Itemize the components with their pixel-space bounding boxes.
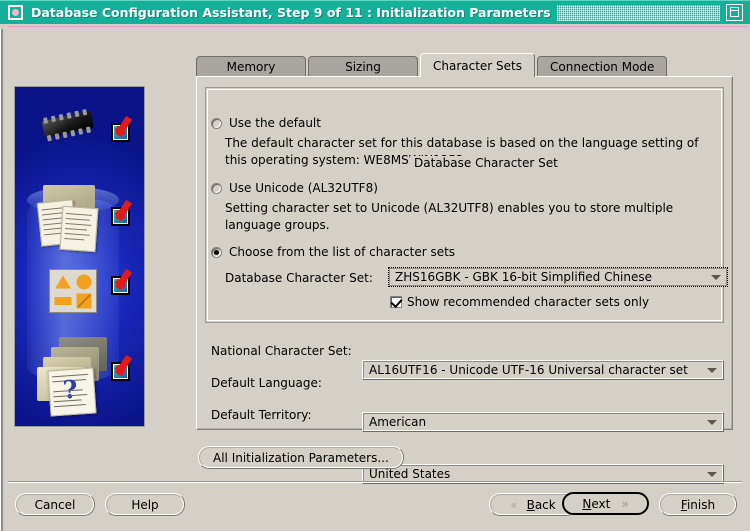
default-territory-value: United States bbox=[369, 467, 451, 481]
show-recommended-checkbox-box[interactable] bbox=[390, 296, 402, 308]
window-title: Database Configuration Assistant, Step 9… bbox=[31, 5, 551, 20]
chevron-down-icon[interactable] bbox=[711, 275, 721, 280]
show-recommended-checkbox[interactable]: Show recommended character sets only bbox=[390, 295, 649, 309]
next-button-label: Next bbox=[582, 496, 611, 511]
radio-choose-from-list-label: Choose from the list of character sets bbox=[229, 245, 456, 259]
radio-choose-from-list[interactable]: Choose from the list of character sets bbox=[211, 245, 455, 259]
all-initialization-parameters-label: All Initialization Parameters... bbox=[213, 450, 389, 465]
titlebar-texture bbox=[556, 4, 720, 21]
radio-use-unicode-indicator[interactable] bbox=[211, 182, 222, 194]
oracle-circle-icon bbox=[8, 5, 23, 20]
radio-use-unicode[interactable]: Use Unicode (AL32UTF8) bbox=[211, 181, 378, 195]
tab-bar: Memory Sizing Character Sets Connection … bbox=[196, 53, 669, 77]
default-language-value: American bbox=[369, 415, 427, 429]
national-character-set-combo[interactable]: AL16UTF16 - Unicode UTF-16 Universal cha… bbox=[362, 360, 724, 380]
default-language-combo[interactable]: American bbox=[362, 412, 724, 432]
radio-use-unicode-label: Use Unicode (AL32UTF8) bbox=[229, 181, 378, 195]
radio-use-default-indicator[interactable] bbox=[211, 117, 222, 129]
memory-chip-icon bbox=[35, 107, 101, 143]
tab-sizing[interactable]: Sizing bbox=[308, 56, 418, 77]
help-button-label: Help bbox=[131, 497, 159, 512]
cancel-button-label: Cancel bbox=[34, 497, 76, 512]
national-character-set-label: National Character Set: bbox=[211, 344, 352, 358]
chevron-down-icon[interactable] bbox=[707, 472, 717, 477]
radio-choose-from-list-indicator[interactable] bbox=[211, 246, 222, 258]
red-check-icon bbox=[111, 272, 137, 298]
cancel-button[interactable]: Cancel bbox=[15, 493, 95, 516]
back-button-label: Back bbox=[526, 497, 556, 512]
radio-use-default[interactable]: Use the default bbox=[211, 116, 321, 130]
chevron-down-icon[interactable] bbox=[707, 368, 717, 373]
national-character-set-value: AL16UTF16 - Unicode UTF-16 Universal cha… bbox=[369, 363, 688, 377]
shapes-icon bbox=[49, 269, 97, 313]
radio-use-default-label: Use the default bbox=[229, 116, 321, 130]
red-check-icon bbox=[111, 358, 137, 384]
group-title: Database Character Set bbox=[410, 156, 562, 170]
chevron-down-icon[interactable] bbox=[707, 420, 717, 425]
footer-bar: Cancel Help « Back Next » Finish bbox=[0, 486, 750, 531]
window-left-edge bbox=[0, 29, 4, 531]
finish-button[interactable]: Finish bbox=[659, 493, 737, 516]
character-sets-panel: Database Character Set Use the default T… bbox=[196, 76, 733, 484]
use-unicode-description: Setting character set to Unicode (AL32UT… bbox=[225, 201, 674, 232]
default-territory-label: Default Territory: bbox=[211, 408, 312, 422]
footer-separator bbox=[8, 481, 742, 483]
tab-connection-mode[interactable]: Connection Mode bbox=[537, 56, 668, 77]
database-character-set-value: ZHS16GBK - GBK 16-bit Simplified Chinese bbox=[395, 270, 653, 284]
default-language-label: Default Language: bbox=[211, 376, 322, 390]
database-character-set-label: Database Character Set: bbox=[225, 271, 373, 285]
finish-button-label: Finish bbox=[680, 497, 716, 512]
help-button[interactable]: Help bbox=[105, 493, 185, 516]
all-initialization-parameters-button[interactable]: All Initialization Parameters... bbox=[198, 446, 404, 469]
chevron-right-icon: » bbox=[621, 496, 629, 511]
database-character-set-combo[interactable]: ZHS16GBK - GBK 16-bit Simplified Chinese bbox=[388, 267, 728, 287]
documents-icon bbox=[36, 185, 109, 253]
dbca-window: Database Configuration Assistant, Step 9… bbox=[0, 0, 750, 531]
tab-memory[interactable]: Memory bbox=[196, 56, 306, 77]
next-button[interactable]: Next » bbox=[562, 492, 649, 515]
title-underline bbox=[8, 26, 748, 27]
wizard-illustration: ? bbox=[14, 86, 145, 427]
red-check-icon bbox=[111, 203, 137, 229]
folders-question-icon: ? bbox=[33, 337, 119, 417]
red-check-icon bbox=[111, 119, 137, 145]
show-recommended-checkbox-label: Show recommended character sets only bbox=[407, 295, 650, 309]
chevron-left-icon: « bbox=[510, 497, 518, 512]
restore-window-icon[interactable] bbox=[726, 4, 743, 21]
title-bar: Database Configuration Assistant, Step 9… bbox=[0, 0, 750, 24]
tab-character-sets[interactable]: Character Sets bbox=[420, 53, 536, 77]
